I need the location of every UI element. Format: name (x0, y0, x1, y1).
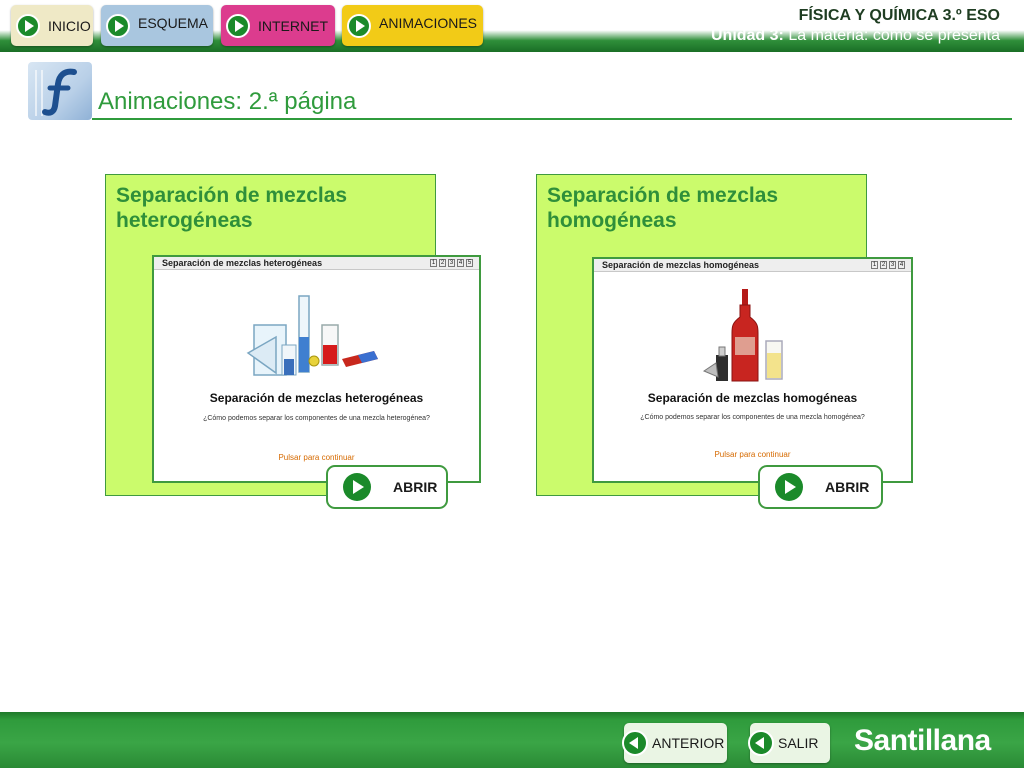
card-title: Separación de mezclas heterogéneas (116, 184, 348, 232)
unit-title: Unidad 3: La materia: cómo se presenta (711, 27, 1000, 45)
esquema-button[interactable]: ESQUEMA (101, 5, 213, 46)
animaciones-label: ANIMACIONES (379, 14, 478, 31)
animation-preview-homogeneous[interactable]: Separación de mezclas homogéneas 1 2 3 4… (592, 257, 913, 483)
preview-page-number: 1 (871, 261, 878, 269)
anterior-button[interactable]: ANTERIOR (622, 723, 727, 763)
page-title: Animaciones: 2.ª página (98, 88, 357, 115)
back-arrow-icon (748, 730, 774, 756)
preview-page-number: 4 (898, 261, 905, 269)
salir-label: SALIR (778, 735, 819, 751)
play-icon (775, 473, 803, 501)
open-button-label: ABRIR (393, 479, 438, 495)
preview-page-number: 2 (880, 261, 887, 269)
internet-button[interactable]: INTERNET (221, 5, 335, 46)
open-button-heterogeneous[interactable]: ABRIR (326, 465, 448, 509)
preview-heading: Separación de mezclas homogéneas (647, 391, 858, 405)
internet-label: INTERNET (258, 17, 328, 34)
preview-page-numbers: 1 2 3 4 (871, 261, 905, 269)
preview-page-number: 3 (889, 261, 896, 269)
play-icon (16, 13, 40, 38)
preview-title-bar: Separación de mezclas heterogéneas 1 2 3… (154, 257, 479, 270)
preview-page-numbers: 1 2 3 4 5 (430, 259, 473, 267)
open-button-label: ABRIR (825, 479, 870, 495)
inicio-label: INICIO (48, 17, 91, 34)
flash-logo-icon (28, 62, 92, 120)
play-icon (226, 13, 250, 38)
preview-continue: Pulsar para continuar (714, 450, 791, 459)
preview-page-number: 1 (430, 259, 437, 267)
preview-question: ¿Cómo podemos separar los componentes de… (203, 415, 430, 422)
anterior-label: ANTERIOR (652, 735, 725, 751)
brand-logo: Santillana (854, 724, 991, 757)
back-arrow-icon (622, 730, 648, 756)
preview-question: ¿Cómo podemos separar los componentes de… (640, 414, 865, 421)
unit-label: Unidad 3: (710, 27, 784, 44)
unit-name: La materia: cómo se presenta (788, 27, 1000, 44)
salir-button[interactable]: SALIR (748, 723, 830, 763)
bottle-and-glass-illustration (702, 289, 783, 382)
play-icon (343, 473, 371, 501)
preview-page-number: 2 (439, 259, 446, 267)
preview-page-number: 5 (466, 259, 473, 267)
preview-page-number: 4 (457, 259, 464, 267)
preview-bar-title: Separación de mezclas homogéneas (602, 260, 760, 270)
card-title: Separación de mezclas homogéneas (547, 184, 779, 232)
preview-title-bar: Separación de mezclas homogéneas 1 2 3 4 (594, 259, 911, 272)
preview-heading: Separación de mezclas heterogéneas (209, 391, 424, 405)
title-divider (92, 118, 1012, 120)
course-title: FÍSICA Y QUÍMICA 3.º ESO (798, 7, 1000, 24)
animaciones-button[interactable]: ANIMACIONES (342, 5, 483, 46)
open-button-homogeneous[interactable]: ABRIR (758, 465, 883, 509)
animation-preview-heterogeneous[interactable]: Separación de mezclas heterogéneas 1 2 3… (152, 255, 481, 483)
preview-bar-title: Separación de mezclas heterogéneas (162, 258, 323, 268)
inicio-button[interactable]: INICIO (11, 5, 93, 46)
preview-page-number: 3 (448, 259, 455, 267)
esquema-label: ESQUEMA (138, 14, 209, 31)
play-icon (347, 13, 371, 38)
lab-glassware-illustration (246, 295, 378, 376)
play-icon (106, 13, 130, 38)
preview-continue: Pulsar para continuar (278, 453, 355, 462)
